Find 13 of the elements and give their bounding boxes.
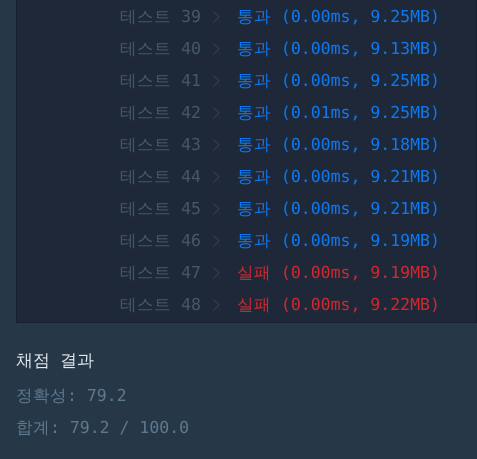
test-result: 통과 (0.00ms, 9.18MB) [237,134,440,156]
test-result: 통과 (0.00ms, 9.25MB) [237,6,440,28]
test-result: 실패 (0.00ms, 9.19MB) [237,262,440,284]
test-result: 통과 (0.00ms, 9.21MB) [237,198,440,220]
test-result: 통과 (0.00ms, 9.21MB) [237,166,440,188]
test-result: 통과 (0.00ms, 9.19MB) [237,230,440,252]
test-result: 통과 (0.01ms, 9.25MB) [237,102,440,124]
test-result: 통과 (0.00ms, 9.13MB) [237,38,440,60]
section-title: 채점 결과 [16,350,96,373]
accuracy-score: 정확성: 79.2 [16,386,128,406]
total-score: 합계: 79.2 / 100.0 [16,418,190,438]
test-result: 실패 (0.00ms, 9.22MB) [237,294,440,316]
test-result: 통과 (0.00ms, 9.25MB) [237,70,440,92]
